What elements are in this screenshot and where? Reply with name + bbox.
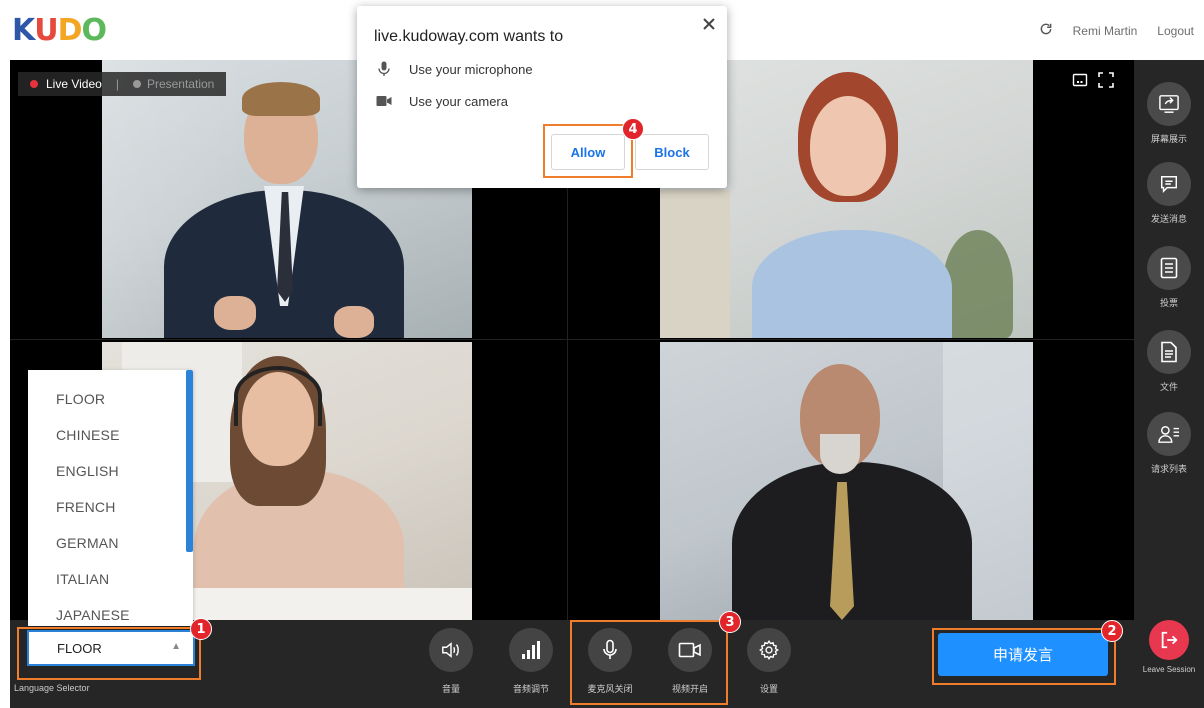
sidebar-item-chat[interactable]: 发送消息: [1134, 162, 1204, 225]
language-option-french[interactable]: FRENCH: [56, 499, 116, 515]
permission-microphone: Use your microphone: [375, 60, 533, 78]
dropdown-scrollbar[interactable]: [186, 370, 193, 552]
audio-levels-label: 音频调节: [512, 685, 549, 695]
annotation-badge-4: 4: [622, 118, 644, 140]
tab-presentation-label: Presentation: [146, 77, 215, 91]
logo-letter-d: D: [57, 12, 83, 48]
language-option-german[interactable]: GERMAN: [56, 535, 119, 551]
volume-button[interactable]: 音量: [423, 628, 479, 695]
user-name[interactable]: Remi Martin: [1073, 24, 1138, 38]
presentation-indicator-icon: [132, 80, 141, 88]
language-option-japanese[interactable]: JAPANESE: [56, 607, 130, 623]
chat-icon: [1147, 162, 1191, 206]
audio-levels-button[interactable]: 音频调节: [503, 628, 559, 695]
kudo-app: K U D O Remi Martin Logout Live Video | …: [0, 0, 1204, 708]
logo-letter-o: O: [81, 12, 107, 48]
permission-camera-label: Use your camera: [409, 93, 508, 109]
volume-label: 音量: [441, 685, 460, 695]
right-sidebar: 屏幕展示 发送消息 投票 文件 请求列表 Leave Session: [1134, 60, 1204, 708]
microphone-icon: [375, 60, 393, 78]
language-selector-caption: Language Selector: [14, 683, 90, 693]
background-shelf: [660, 190, 730, 338]
video-tile-4[interactable]: [660, 342, 1033, 620]
fullscreen-icon[interactable]: [1098, 72, 1114, 88]
sidebar-item-poll[interactable]: 投票: [1134, 246, 1204, 309]
document-icon: [1147, 330, 1191, 374]
sidebar-item-label: 请求列表: [1150, 465, 1187, 475]
block-button[interactable]: Block: [635, 134, 709, 170]
language-option-floor[interactable]: FLOOR: [56, 391, 105, 407]
popup-title: live.kudoway.com wants to: [374, 28, 564, 45]
permission-camera: Use your camera: [375, 92, 508, 110]
sidebar-item-label: 发送消息: [1150, 215, 1187, 225]
sidebar-item-label: 投票: [1159, 299, 1178, 309]
grid-divider-horizontal: [10, 339, 1134, 340]
poll-icon: [1147, 246, 1191, 290]
tab-presentation[interactable]: Presentation: [132, 77, 215, 91]
settings-button[interactable]: 设置: [741, 628, 797, 695]
participant-head: [810, 96, 886, 196]
language-option-italian[interactable]: ITALIAN: [56, 571, 109, 587]
volume-icon: [429, 628, 473, 672]
language-dropdown: FLOOR CHINESE ENGLISH FRENCH GERMAN ITAL…: [28, 370, 193, 626]
background-plant: [943, 230, 1013, 338]
annotation-badge-3: 3: [719, 611, 741, 633]
leave-icon: [1149, 620, 1189, 660]
sidebar-item-label: 文件: [1159, 383, 1178, 393]
header-actions: Remi Martin Logout: [1039, 22, 1194, 40]
annotation-box-speak: [932, 628, 1116, 685]
refresh-icon[interactable]: [1039, 22, 1053, 40]
participant-hand-left: [214, 296, 256, 330]
annotation-badge-1: 1: [190, 618, 212, 640]
close-icon[interactable]: [703, 14, 715, 35]
sidebar-item-screen-share[interactable]: 屏幕展示: [1134, 82, 1204, 145]
logout-link[interactable]: Logout: [1157, 24, 1194, 38]
tab-separator: |: [115, 77, 119, 91]
participant-body: [752, 230, 952, 338]
picture-in-picture-icon[interactable]: [1072, 72, 1088, 88]
view-controls: [1072, 72, 1114, 88]
gear-icon: [747, 628, 791, 672]
permission-popup: live.kudoway.com wants to Use your micro…: [357, 6, 727, 188]
annotation-badge-2: 2: [1101, 620, 1123, 642]
screen-share-icon: [1147, 82, 1191, 126]
sidebar-item-label: 屏幕展示: [1150, 135, 1187, 145]
stage-tabs: Live Video | Presentation: [18, 72, 227, 96]
logo-letter-u: U: [34, 12, 58, 48]
participant-hand-right: [334, 306, 374, 338]
sidebar-item-request-list[interactable]: 请求列表: [1134, 412, 1204, 475]
request-list-icon: [1147, 412, 1191, 456]
tab-live-video[interactable]: Live Video: [46, 77, 102, 91]
participant-hair: [242, 82, 320, 116]
annotation-box-allow: [543, 124, 633, 178]
leave-session-button[interactable]: Leave Session: [1134, 620, 1204, 674]
headset: [234, 366, 322, 426]
sidebar-item-documents[interactable]: 文件: [1134, 330, 1204, 393]
language-option-english[interactable]: ENGLISH: [56, 463, 119, 479]
settings-label: 设置: [759, 685, 778, 695]
live-indicator-icon: [30, 80, 38, 88]
annotation-box-media: [570, 620, 728, 705]
permission-microphone-label: Use your microphone: [409, 61, 533, 77]
participant-beard: [820, 434, 860, 474]
language-option-chinese[interactable]: CHINESE: [56, 427, 120, 443]
camera-icon: [375, 92, 393, 110]
leave-session-label: Leave Session: [1142, 665, 1196, 674]
logo-letter-k: K: [12, 12, 35, 48]
audio-levels-icon: [509, 628, 553, 672]
annotation-box-language: [17, 627, 201, 680]
kudo-logo: K U D O: [12, 12, 107, 48]
